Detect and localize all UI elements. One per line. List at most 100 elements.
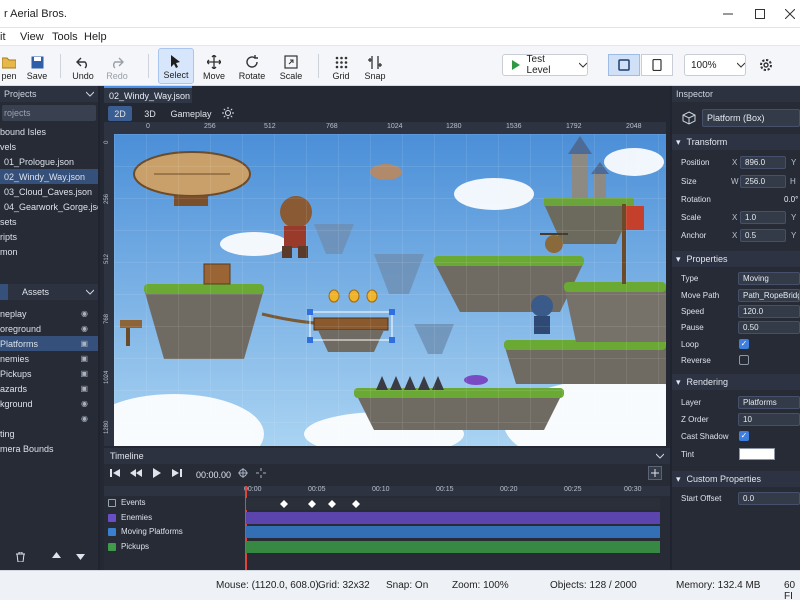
track-label[interactable]: Events: [108, 498, 145, 507]
layer-item[interactable]: ◉: [0, 411, 98, 426]
layer-item[interactable]: nemies ▣: [0, 351, 98, 366]
tint-color-swatch[interactable]: [739, 448, 775, 460]
anchor-x-field[interactable]: 0.5: [740, 229, 786, 242]
chevron-down-icon[interactable]: [656, 453, 664, 459]
type-select[interactable]: Moving: [738, 272, 800, 285]
menu-help[interactable]: Help: [84, 31, 107, 43]
layer-item-selected[interactable]: Platforms ▣: [0, 336, 98, 351]
rotation-field[interactable]: 0.0°: [780, 193, 800, 206]
rotate-tool-button[interactable]: Rotate: [238, 48, 266, 84]
rendering-section-header[interactable]: ▾ Rendering: [672, 374, 800, 390]
add-track-button[interactable]: [648, 466, 662, 482]
lighting-toggle[interactable]: [222, 107, 234, 122]
eye-icon[interactable]: ◉: [81, 414, 88, 423]
loop-checkbox[interactable]: ✓: [739, 339, 749, 349]
menu-edit[interactable]: it: [0, 31, 6, 43]
tab-3d[interactable]: 3D: [138, 106, 162, 121]
open-button[interactable]: pen: [0, 48, 18, 84]
tablet-view-button[interactable]: [641, 54, 673, 76]
lock-icon[interactable]: ▣: [80, 339, 88, 348]
tab-layers[interactable]: [0, 284, 8, 300]
move-up-button[interactable]: [52, 552, 61, 563]
tree-item[interactable]: vels: [0, 139, 98, 154]
layer-item[interactable]: Pickups ▣: [0, 366, 98, 381]
track-label[interactable]: Pickups: [108, 542, 149, 551]
level-viewport[interactable]: [114, 134, 666, 446]
project-search-input[interactable]: rojects: [2, 105, 96, 121]
track-bar-enemies[interactable]: [246, 512, 660, 524]
chevron-down-icon[interactable]: [86, 289, 94, 295]
menu-tools[interactable]: Tools: [52, 31, 78, 43]
redo-button[interactable]: Redo: [104, 48, 130, 84]
tab-gameplay[interactable]: Gameplay: [166, 106, 216, 121]
layer-item[interactable]: azards ▣: [0, 381, 98, 396]
layer-item[interactable]: kground ◉: [0, 396, 98, 411]
properties-section-header[interactable]: ▾ Properties: [672, 251, 800, 267]
tree-item-selected[interactable]: 02_Windy_Way.json: [0, 169, 98, 184]
reverse-checkbox[interactable]: [739, 355, 749, 365]
tree-item[interactable]: ripts: [0, 229, 98, 244]
chevron-down-icon[interactable]: [86, 91, 94, 97]
lock-icon[interactable]: ▣: [80, 384, 88, 393]
play-button[interactable]: [152, 468, 162, 480]
layer-item[interactable]: oreground ◉: [0, 321, 98, 336]
lock-icon[interactable]: ▣: [80, 369, 88, 378]
move-path-select[interactable]: Path_RopeBridge: [738, 289, 800, 302]
position-x-field[interactable]: 896.0: [740, 156, 786, 169]
tree-item[interactable]: 01_Prologue.json: [0, 154, 98, 169]
tree-item[interactable]: mon: [0, 244, 98, 259]
track-bar-events[interactable]: [246, 498, 660, 510]
lock-icon[interactable]: ▣: [80, 354, 88, 363]
desktop-view-button[interactable]: [608, 54, 640, 76]
move-tool-button[interactable]: Move: [200, 48, 228, 84]
tree-item[interactable]: 04_Gearwork_Gorge.json: [0, 199, 98, 214]
eye-icon[interactable]: ◉: [81, 399, 88, 408]
track-label[interactable]: Enemies: [108, 513, 152, 522]
layer-select[interactable]: Platforms: [738, 396, 800, 409]
layer-item[interactable]: neplay ◉: [0, 306, 98, 321]
select-tool-button[interactable]: Select: [158, 48, 194, 84]
snap-toggle-button[interactable]: Snap: [362, 48, 388, 84]
move-down-button[interactable]: [76, 552, 85, 563]
menu-view[interactable]: View: [20, 31, 44, 43]
test-level-button[interactable]: Test Level: [502, 54, 588, 76]
tab-2d[interactable]: 2D: [108, 106, 132, 121]
save-button[interactable]: Save: [24, 48, 50, 84]
tab-assets[interactable]: Assets: [8, 284, 66, 300]
snap-keys-button[interactable]: [256, 468, 266, 480]
undo-button[interactable]: Undo: [70, 48, 96, 84]
maximize-button[interactable]: [746, 0, 774, 28]
transform-section-header[interactable]: ▾ Transform: [672, 134, 800, 150]
keyframe-button[interactable]: [238, 468, 248, 480]
layer-item[interactable]: ting: [0, 426, 98, 441]
minimize-button[interactable]: [714, 0, 742, 28]
pause-field[interactable]: 0.50: [738, 321, 800, 334]
skip-start-button[interactable]: [110, 468, 120, 480]
z-order-field[interactable]: 10: [738, 413, 800, 426]
skip-end-button[interactable]: [172, 468, 182, 480]
track-bar-moving-platforms[interactable]: [246, 526, 660, 538]
document-tab[interactable]: 02_Windy_Way.json: [104, 86, 192, 103]
settings-button[interactable]: [758, 57, 774, 76]
cast-shadow-checkbox[interactable]: ✓: [739, 431, 749, 441]
speed-field[interactable]: 120.0: [738, 305, 800, 318]
eye-icon[interactable]: ◉: [81, 324, 88, 333]
start-offset-field[interactable]: 0.0: [738, 492, 800, 505]
grid-toggle-button[interactable]: Grid: [328, 48, 354, 84]
tree-item[interactable]: bound Isles: [0, 124, 98, 139]
track-bar-pickups[interactable]: [246, 541, 660, 553]
rewind-button[interactable]: [130, 468, 142, 480]
zoom-select[interactable]: 100%: [684, 54, 746, 76]
close-button[interactable]: [776, 0, 800, 28]
layer-item[interactable]: mera Bounds: [0, 441, 98, 456]
custom-properties-section-header[interactable]: ▾ Custom Properties: [672, 471, 800, 487]
track-label[interactable]: Moving Platforms: [108, 527, 183, 536]
tree-item[interactable]: 03_Cloud_Caves.json: [0, 184, 98, 199]
eye-icon[interactable]: ◉: [81, 309, 88, 318]
object-name-field[interactable]: Platform (Box): [702, 109, 800, 127]
size-w-field[interactable]: 256.0: [740, 175, 786, 188]
scale-x-field[interactable]: 1.0: [740, 211, 786, 224]
scale-tool-button[interactable]: Scale: [278, 48, 304, 84]
delete-layer-button[interactable]: [16, 551, 25, 565]
tree-item[interactable]: sets: [0, 214, 98, 229]
